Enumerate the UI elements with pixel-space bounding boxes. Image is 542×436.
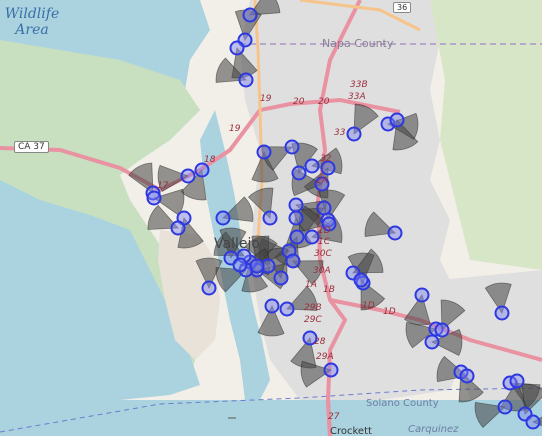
camera-marker[interactable] [273,270,289,286]
camera-marker[interactable] [314,176,330,192]
camera-marker[interactable] [494,305,510,321]
camera-marker[interactable] [353,272,369,288]
camera-marker[interactable] [304,229,320,245]
camera-marker[interactable] [256,144,272,160]
camera-marker[interactable] [242,7,258,23]
map-base [0,0,542,436]
camera-marker[interactable] [229,40,245,56]
camera-marker[interactable] [509,373,525,389]
camera-marker[interactable] [302,330,318,346]
camera-marker[interactable] [232,257,248,273]
camera-marker[interactable] [284,139,300,155]
bridge [326,399,332,436]
camera-marker[interactable] [320,160,336,176]
camera-marker[interactable] [238,72,254,88]
camera-marker[interactable] [285,253,301,269]
camera-marker[interactable] [424,334,440,350]
camera-marker[interactable] [215,210,231,226]
camera-marker[interactable] [194,162,210,178]
camera-marker[interactable] [288,197,304,213]
camera-marker[interactable] [387,225,403,241]
camera-marker[interactable] [249,258,265,274]
camera-marker[interactable] [321,216,337,232]
camera-marker[interactable] [434,322,450,338]
camera-marker[interactable] [346,126,362,142]
camera-marker[interactable] [279,301,295,317]
camera-marker[interactable] [304,158,320,174]
camera-marker[interactable] [289,229,305,245]
camera-marker[interactable] [414,287,430,303]
camera-marker[interactable] [389,112,405,128]
camera-marker[interactable] [288,210,304,226]
camera-marker[interactable] [180,168,196,184]
map-view[interactable]: Wildlife Area Napa County Solano County … [0,0,542,436]
camera-marker[interactable] [323,362,339,378]
camera-marker[interactable] [262,210,278,226]
camera-marker[interactable] [459,368,475,384]
camera-marker[interactable] [291,165,307,181]
camera-marker[interactable] [497,399,513,415]
camera-marker[interactable] [170,220,186,236]
camera-marker[interactable] [525,414,541,430]
camera-marker[interactable] [146,190,162,206]
camera-marker[interactable] [264,298,280,314]
camera-marker[interactable] [201,280,217,296]
